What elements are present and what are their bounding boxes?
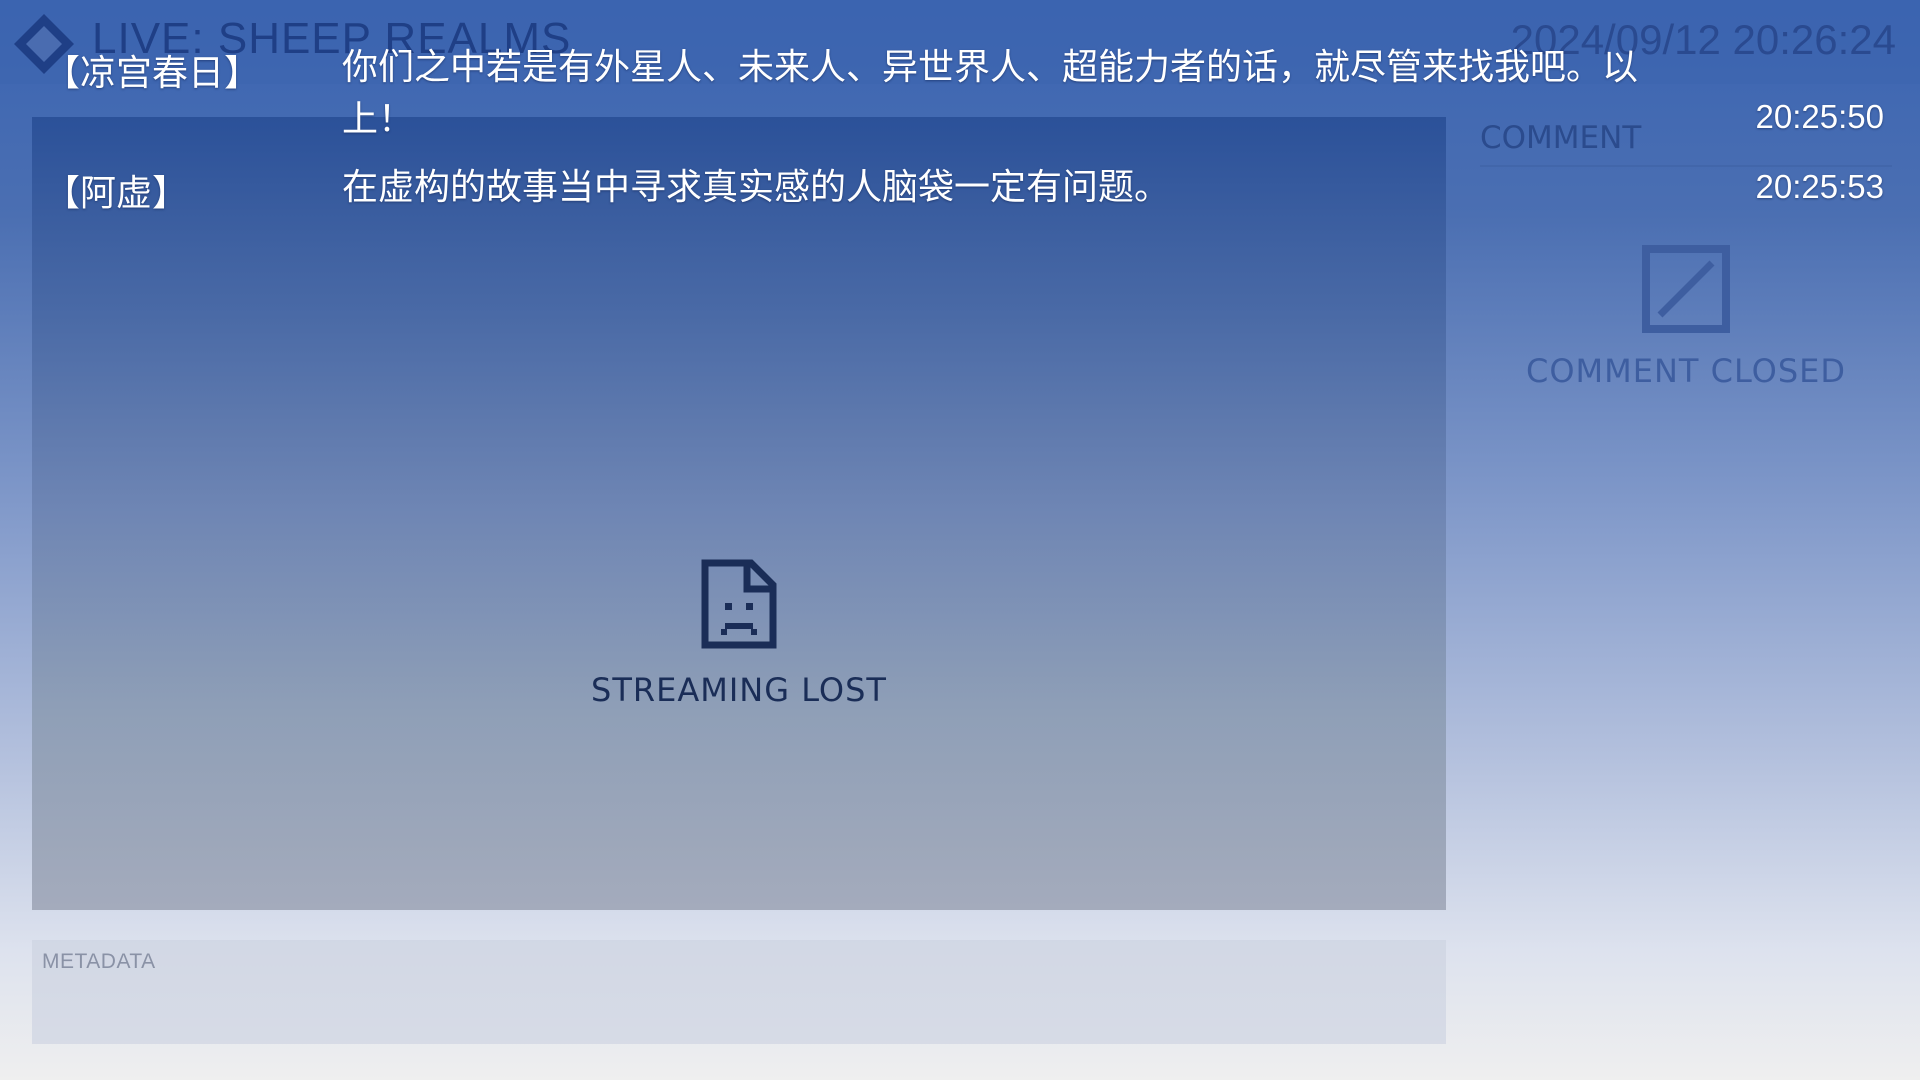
comment-closed-icon: [1642, 245, 1730, 333]
sad-document-icon: [701, 559, 777, 649]
dialogue-timestamp: 20:25:53: [1755, 168, 1884, 205]
dialogue-text: 在虚构的故事当中寻求真实感的人脑袋一定有问题。: [342, 167, 1171, 208]
stream-status-label: STREAMING LOST: [591, 671, 887, 709]
speaker-name: 【凉宫春日】: [44, 53, 261, 94]
video-player[interactable]: STREAMING LOST: [32, 117, 1446, 910]
speaker-name: 【阿虚】: [44, 173, 189, 214]
dialogue-timestamp: 20:25:50: [1755, 98, 1884, 135]
comment-panel: COMMENT COMMENT CLOSED: [1480, 110, 1892, 410]
metadata-panel: METADATA: [32, 940, 1446, 1044]
metadata-label: METADATA: [42, 950, 156, 973]
comment-status-label: COMMENT CLOSED: [1525, 352, 1846, 390]
stream-status: STREAMING LOST: [32, 559, 1446, 709]
dialogue-text: 你们之中若是有外星人、未来人、异世界人、超能力者的话，就尽管来找我吧。以上！: [342, 47, 1639, 140]
